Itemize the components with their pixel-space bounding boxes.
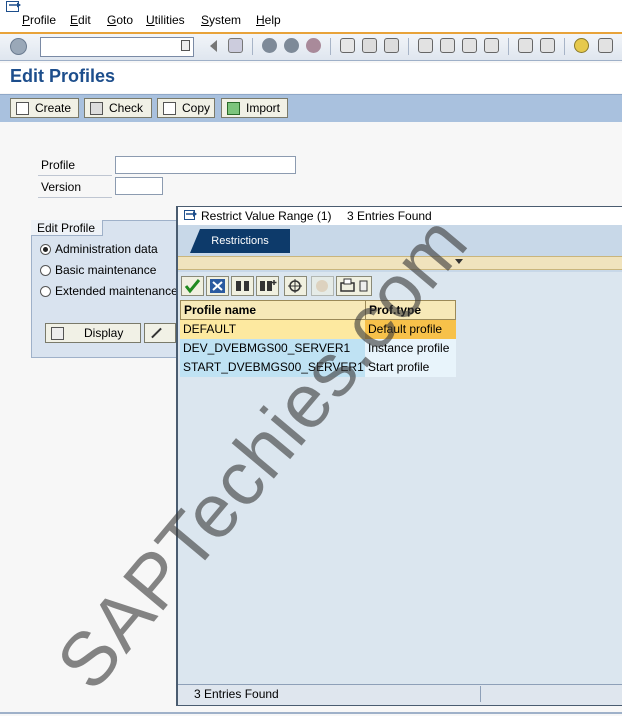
find-icon[interactable] (362, 38, 377, 53)
version-label: Version (41, 180, 82, 194)
version-input[interactable] (115, 177, 163, 195)
menu-profile[interactable]: Profile (22, 13, 56, 27)
next-page-icon[interactable] (462, 38, 477, 53)
back-arrow-icon[interactable] (210, 40, 217, 52)
close-icon (210, 279, 225, 293)
last-page-icon[interactable] (484, 38, 499, 53)
shortcut-icon[interactable] (540, 38, 555, 53)
profile-input[interactable] (115, 156, 296, 174)
find-next-icon[interactable] (384, 38, 399, 53)
toolbar-separator (508, 38, 509, 55)
info-icon (316, 280, 328, 292)
toolbar-separator (408, 38, 409, 55)
status-divider (480, 686, 481, 702)
binoculars-plus-icon (260, 280, 277, 291)
status-entries-found: 3 Entries Found (194, 687, 279, 701)
toolbar-separator (252, 38, 253, 55)
tab-restrictions[interactable]: Restrictions (190, 229, 290, 253)
edit-profile-group-title: Edit Profile (31, 220, 103, 236)
copy-label: Copy (182, 101, 211, 115)
new-session-icon[interactable] (518, 38, 533, 53)
profile-label: Profile (41, 158, 76, 172)
find-button[interactable] (231, 276, 254, 296)
check-label: Check (109, 101, 144, 115)
radio-extended-maintenance[interactable] (40, 286, 51, 297)
binoculars-icon (236, 281, 249, 291)
change-button[interactable] (144, 323, 176, 343)
command-field[interactable] (40, 37, 194, 57)
sort-icon (288, 279, 302, 293)
toolbar-separator (330, 38, 331, 55)
save-icon[interactable] (228, 38, 243, 53)
glasses-icon (51, 326, 64, 340)
info-button[interactable] (311, 276, 334, 296)
exit-icon[interactable] (284, 38, 299, 53)
layout-menu-icon[interactable] (598, 38, 613, 53)
back-icon[interactable] (262, 38, 277, 53)
display-label: Display (84, 326, 124, 340)
previous-page-icon[interactable] (440, 38, 455, 53)
create-label: Create (35, 101, 72, 115)
continue-button[interactable] (181, 276, 204, 296)
menu-goto[interactable]: Goto (107, 13, 133, 27)
enter-icon[interactable] (10, 38, 27, 55)
administration-data-label: Administration data (55, 242, 158, 256)
menu-edit[interactable]: Edit (70, 13, 91, 27)
cancel-popup-button[interactable] (206, 276, 229, 296)
copy-icon (163, 101, 176, 115)
checkmark-icon (184, 279, 201, 294)
check-button[interactable]: Check (84, 98, 152, 118)
display-button[interactable]: Display (45, 323, 141, 343)
check-icon (90, 101, 103, 115)
help-icon[interactable] (574, 38, 589, 53)
cancel-icon[interactable] (306, 38, 321, 53)
screen-bottom-border (0, 712, 622, 714)
sort-button[interactable] (284, 276, 307, 296)
menu-bar (0, 0, 622, 34)
page-title: Edit Profiles (10, 66, 116, 86)
copy-button[interactable]: Copy (157, 98, 215, 118)
create-button[interactable]: Create (10, 98, 79, 118)
toolbar-separator (564, 38, 565, 55)
command-history-icon[interactable] (181, 40, 190, 51)
import-label: Import (246, 101, 281, 115)
radio-administration-data[interactable] (40, 244, 51, 255)
menu-help[interactable]: Help (256, 13, 281, 27)
find-next-button[interactable] (256, 276, 279, 296)
import-button[interactable]: Import (221, 98, 288, 118)
basic-maintenance-label: Basic maintenance (55, 263, 157, 277)
popup-title: Restrict Value Range (1) (201, 209, 332, 223)
menu-utilities[interactable]: Utilities (146, 13, 185, 27)
popup-menu-icon[interactable] (184, 210, 198, 221)
menu-system[interactable]: System (201, 13, 241, 27)
menu-icon[interactable] (6, 1, 22, 13)
extended-maintenance-label: Extended maintenance (55, 284, 178, 298)
first-page-icon[interactable] (418, 38, 433, 53)
document-icon (16, 101, 29, 115)
print-icon[interactable] (340, 38, 355, 53)
pencil-icon (151, 327, 162, 339)
import-icon (227, 101, 240, 115)
radio-basic-maintenance[interactable] (40, 265, 51, 276)
